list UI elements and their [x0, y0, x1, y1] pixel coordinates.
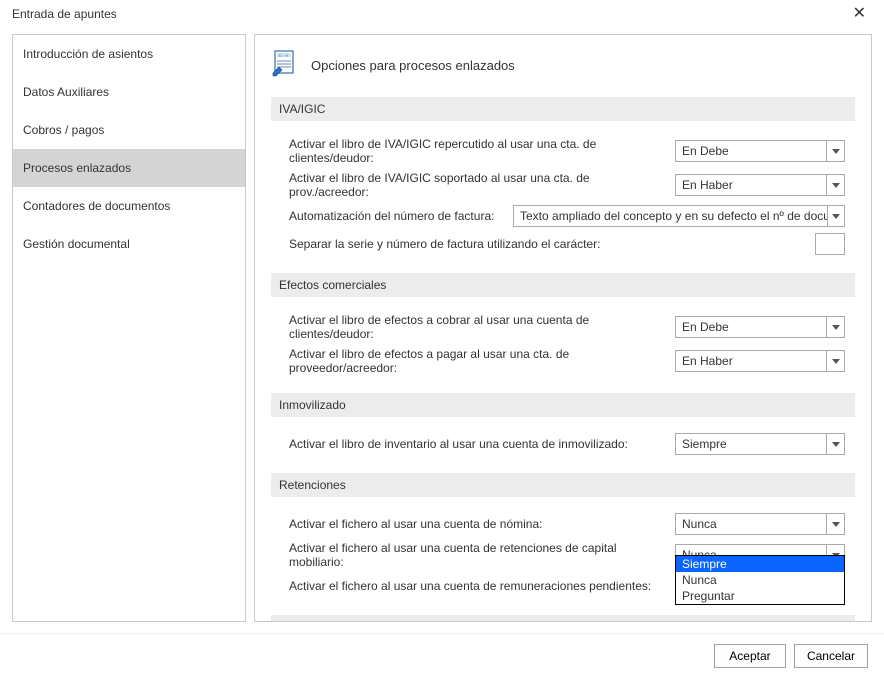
- window-title: Entrada de apuntes: [12, 7, 117, 21]
- ret-nomina-label: Activar el fichero al usar una cuenta de…: [289, 517, 671, 531]
- sidebar-item-datos-auxiliares[interactable]: Datos Auxiliares: [13, 73, 245, 111]
- close-icon[interactable]: ✕: [847, 4, 872, 24]
- iva-repercutido-label: Activar el libro de IVA/IGIC repercutido…: [289, 137, 671, 165]
- sidebar-item-intro-asientos[interactable]: Introducción de asientos: [13, 35, 245, 73]
- svg-text:H: H: [285, 53, 288, 58]
- inmov-inventario-select[interactable]: Siempre: [675, 433, 845, 455]
- chevron-down-icon: [826, 434, 844, 454]
- dialog-footer: Aceptar Cancelar: [0, 633, 884, 678]
- main-panel: D H Opciones para procesos enlazados IVA…: [254, 34, 872, 622]
- dropdown-option-preguntar[interactable]: Preguntar: [676, 588, 844, 604]
- automatizacion-factura-label: Automatización del número de factura:: [289, 209, 509, 223]
- chevron-down-icon: [826, 175, 844, 195]
- dropdown-option-nunca[interactable]: Nunca: [676, 572, 844, 588]
- chevron-down-icon: [827, 206, 844, 226]
- iva-soportado-label: Activar el libro de IVA/IGIC soportado a…: [289, 171, 671, 199]
- section-efectos-header: Efectos comerciales: [271, 273, 855, 297]
- sidebar-item-procesos-enlazados[interactable]: Procesos enlazados: [13, 149, 245, 187]
- separar-serie-label: Separar la serie y número de factura uti…: [289, 237, 601, 251]
- efectos-pagar-select[interactable]: En Haber: [675, 350, 845, 372]
- iva-repercutido-select[interactable]: En Debe: [675, 140, 845, 162]
- chevron-down-icon: [826, 351, 844, 371]
- automatizacion-factura-select[interactable]: Texto ampliado del concepto y en su defe…: [513, 205, 845, 227]
- section-anticipos-header: Anticipos: [271, 615, 855, 622]
- section-iva-header: IVA/IGIC: [271, 97, 855, 121]
- section-inmov-header: Inmovilizado: [271, 393, 855, 417]
- iva-soportado-select[interactable]: En Haber: [675, 174, 845, 196]
- separar-serie-input[interactable]: [815, 233, 845, 255]
- chevron-down-icon: [826, 141, 844, 161]
- ret-remuneraciones-label: Activar el fichero al usar una cuenta de…: [289, 579, 671, 593]
- ret-capital-label: Activar el fichero al usar una cuenta de…: [289, 541, 671, 569]
- efectos-cobrar-select[interactable]: En Debe: [675, 316, 845, 338]
- sidebar-item-gestion-documental[interactable]: Gestión documental: [13, 225, 245, 263]
- svg-text:D: D: [279, 53, 282, 58]
- ret-nomina-select[interactable]: Nunca: [675, 513, 845, 535]
- sidebar-item-contadores-documentos[interactable]: Contadores de documentos: [13, 187, 245, 225]
- cancel-button[interactable]: Cancelar: [794, 644, 868, 668]
- document-icon: D H: [271, 49, 299, 81]
- accept-button[interactable]: Aceptar: [714, 644, 786, 668]
- sidebar: Introducción de asientos Datos Auxiliare…: [12, 34, 246, 622]
- sidebar-item-cobros-pagos[interactable]: Cobros / pagos: [13, 111, 245, 149]
- ret-capital-dropdown[interactable]: Siempre Nunca Preguntar: [675, 555, 845, 605]
- dropdown-option-siempre[interactable]: Siempre: [676, 556, 844, 572]
- efectos-pagar-label: Activar el libro de efectos a pagar al u…: [289, 347, 671, 375]
- inmov-inventario-label: Activar el libro de inventario al usar u…: [289, 437, 671, 451]
- chevron-down-icon: [826, 514, 844, 534]
- efectos-cobrar-label: Activar el libro de efectos a cobrar al …: [289, 313, 671, 341]
- chevron-down-icon: [826, 317, 844, 337]
- section-ret-header: Retenciones: [271, 473, 855, 497]
- page-title: Opciones para procesos enlazados: [311, 58, 515, 73]
